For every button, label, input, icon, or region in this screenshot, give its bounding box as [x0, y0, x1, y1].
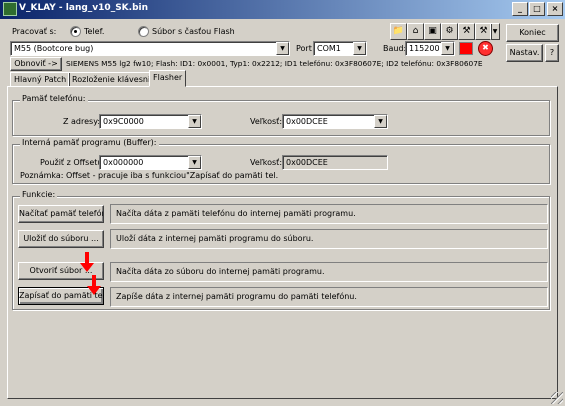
settings-icon[interactable]: ⚙: [441, 23, 458, 40]
address-label: Z adresy:: [63, 117, 101, 126]
tools-icon[interactable]: ⚒: [458, 23, 475, 40]
phone-size-label: Veľkosť:: [250, 117, 283, 126]
phone-model-combo[interactable]: M55 (Bootcore bug) ▼: [10, 41, 290, 56]
buffer-note: Poznámka: Offset - pracuje iba s funkcio…: [20, 171, 279, 180]
folder-icon[interactable]: 📁: [390, 23, 407, 40]
connection-status-indicator: [459, 42, 473, 55]
toolbar-dropdown-arrow-icon[interactable]: ▼: [490, 23, 500, 40]
arrow-down-icon: [80, 252, 94, 272]
buffer-size-label: Veľkosť:: [250, 158, 283, 167]
open-file-description: Načíta dáta zo súboru do internej pamäti…: [110, 262, 548, 282]
read-phone-memory-button[interactable]: Načítať pamäť telefónu: [18, 205, 104, 223]
mode-phone-radio[interactable]: [70, 26, 81, 37]
phone-memory-title: Pamäť telefónu:: [20, 94, 88, 103]
offset-combo[interactable]: 0x000000 ▼: [99, 155, 202, 170]
chevron-down-icon[interactable]: ▼: [353, 42, 366, 55]
address-combo[interactable]: 0x9C0000 ▼: [99, 114, 202, 129]
help-button[interactable]: ?: [545, 44, 559, 62]
port-combo[interactable]: COM1 ▼: [313, 41, 367, 56]
house-icon[interactable]: ⌂: [407, 23, 424, 40]
offset-label: Použiť z Offsetu:: [40, 158, 106, 167]
mode-file-radio[interactable]: [138, 26, 149, 37]
save-to-file-button[interactable]: Uložiť do súboru ...: [18, 230, 104, 248]
save-to-file-description: Uloží dáta z internej pamäti programu do…: [110, 229, 548, 249]
phone-size-combo[interactable]: 0x00DCEE ▼: [282, 114, 388, 129]
phone-size-value: 0x00DCEE: [286, 117, 328, 126]
mode-phone-label: Telef.: [84, 27, 105, 36]
baud-label: Baud:: [383, 44, 407, 53]
title-bar: V_KLAY - lang_v10_SK.bin _ □ ×: [0, 0, 565, 19]
id-card-icon[interactable]: ▣: [424, 23, 441, 40]
offset-value: 0x000000: [103, 158, 144, 167]
stop-icon[interactable]: ✖: [478, 41, 493, 56]
port-value: COM1: [317, 44, 341, 53]
buffer-size-field: 0x00DCEE: [282, 155, 388, 170]
tab-flasher[interactable]: Flasher: [149, 70, 187, 87]
refresh-button[interactable]: Obnoviť ->: [10, 57, 62, 71]
address-value: 0x9C0000: [103, 117, 144, 126]
phone-model-value: M55 (Bootcore bug): [14, 44, 94, 53]
read-phone-memory-description: Načíta dáta z pamäti telefónu do interne…: [110, 204, 548, 224]
chevron-down-icon[interactable]: ▼: [188, 156, 201, 169]
port-label: Port: [296, 44, 312, 53]
mode-label: Pracovať s:: [12, 27, 57, 36]
app-icon: [3, 2, 17, 16]
chevron-down-icon[interactable]: ▼: [441, 42, 454, 55]
close-window-button[interactable]: ×: [547, 2, 563, 16]
maximize-button[interactable]: □: [529, 2, 545, 16]
tab-main-patch[interactable]: Hlavný Patch: [10, 72, 71, 87]
baud-value: 115200: [409, 44, 440, 53]
arrow-down-icon: [87, 275, 101, 295]
buffer-title: Interná pamäť programu (Buffer):: [20, 138, 159, 147]
minimize-button[interactable]: _: [512, 2, 528, 16]
chevron-down-icon[interactable]: ▼: [188, 115, 201, 128]
mode-file-label: Súbor s časťou Flash: [152, 27, 235, 36]
baud-combo[interactable]: 115200 ▼: [405, 41, 455, 56]
chevron-down-icon[interactable]: ▼: [374, 115, 387, 128]
write-phone-memory-description: Zapíše dáta z internej pamäti programu d…: [110, 287, 548, 307]
phone-info-text: SIEMENS M55 lg2 fw10; Flash: ID1: 0x0001…: [66, 59, 483, 68]
chevron-down-icon[interactable]: ▼: [276, 42, 289, 55]
close-app-button[interactable]: Koniec: [506, 24, 559, 42]
resize-grip[interactable]: [551, 392, 563, 404]
functions-title: Funkcie:: [20, 190, 58, 199]
window-title: V_KLAY - lang_v10_SK.bin: [19, 3, 149, 13]
settings-button[interactable]: Nastav.: [506, 44, 543, 62]
